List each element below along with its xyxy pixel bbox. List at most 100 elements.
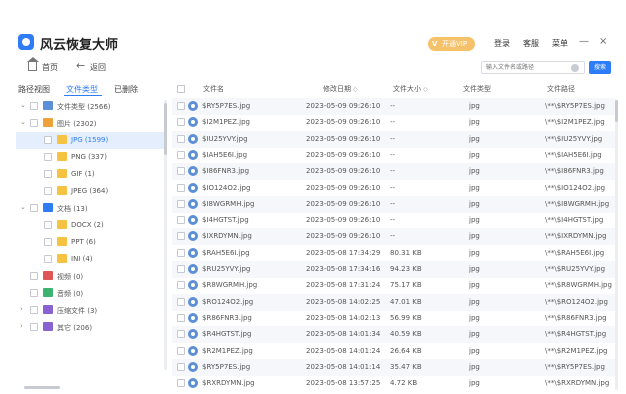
table-row[interactable]: $IU25YVY.jpg 2023-05-09 09:26:10 -- jpg \**\…	[172, 130, 616, 148]
table-row[interactable]: $R8WGRMH.jpg 2023-05-08 17:31:24 75.17 KB j…	[172, 277, 616, 294]
tree-item[interactable]: INI (4)	[16, 251, 166, 268]
tree-checkbox[interactable]	[44, 187, 52, 195]
menu-link[interactable]: 菜单	[552, 38, 568, 49]
tree-checkbox[interactable]	[30, 306, 38, 314]
search-input[interactable]	[481, 61, 585, 74]
header-modified-date[interactable]: 修改日期 ◇	[323, 84, 358, 94]
close-button[interactable]: ×	[599, 36, 607, 47]
chevron-right-icon[interactable]: ›	[20, 322, 23, 330]
tree-item[interactable]: 音频 (0)	[16, 285, 166, 302]
left-horizontal-scrollbar[interactable]	[24, 386, 60, 389]
table-row[interactable]: $RXRDYMN.jpg 2023-05-08 13:57:25 4.72 KB jp…	[172, 375, 616, 392]
table-row[interactable]: $IXRDYMN.jpg 2023-05-09 09:26:10 -- jpg \**\…	[172, 228, 616, 246]
tab-file-type[interactable]: 文件类型	[66, 84, 98, 95]
table-row[interactable]: $I4HGTST.jpg 2023-05-09 09:26:10 -- jpg \**\…	[172, 212, 616, 229]
tree-item[interactable]: 视频 (0)	[16, 268, 166, 285]
table-row[interactable]: $I8WGRMH.jpg 2023-05-09 09:26:10 -- jpg \**\…	[172, 195, 616, 213]
home-icon[interactable]	[27, 57, 39, 71]
tree-checkbox[interactable]	[44, 238, 52, 246]
tree-checkbox[interactable]	[30, 323, 38, 331]
row-checkbox[interactable]	[177, 183, 185, 192]
table-scrollbar-thumb[interactable]	[615, 100, 618, 122]
row-checkbox[interactable]	[177, 248, 185, 257]
minimize-button[interactable]: —	[579, 36, 589, 47]
vip-button[interactable]: 开通VIP	[428, 37, 476, 51]
back-button[interactable]: 返回	[90, 62, 106, 73]
table-row[interactable]: $R2M1PEZ.jpg 2023-05-08 14:01:24 26.64 KB j…	[172, 343, 616, 360]
cell-file-path: \**\$I4HGTST.jpg	[545, 216, 604, 225]
header-file-size[interactable]: 文件大小 ◇	[393, 84, 428, 94]
table-row[interactable]: $I2M1PEZ.jpg 2023-05-09 09:26:10 -- jpg \**\…	[172, 114, 616, 131]
row-checkbox[interactable]	[177, 265, 185, 273]
row-checkbox[interactable]	[177, 232, 185, 241]
row-checkbox[interactable]	[177, 330, 185, 339]
tree-checkbox[interactable]	[44, 153, 52, 161]
row-checkbox[interactable]	[177, 281, 185, 290]
tree-item[interactable]: ⌄ 文件类型 (2566)	[16, 98, 166, 115]
row-checkbox[interactable]	[177, 134, 185, 143]
header-file-path[interactable]: 文件路径	[547, 84, 575, 94]
tree-item[interactable]: ⌄ 图片 (2302)	[16, 115, 166, 132]
table-row[interactable]: $R4HGTST.jpg 2023-05-08 14:01:34 40.59 KB j…	[172, 326, 616, 344]
tree-checkbox[interactable]	[30, 102, 38, 110]
tree-item[interactable]: GIF (1)	[16, 166, 166, 183]
back-arrow-icon[interactable]: ←	[76, 59, 85, 72]
tab-deleted[interactable]: 已删除	[114, 84, 138, 95]
chevron-down-icon[interactable]: ⌄	[20, 118, 26, 126]
tree-item[interactable]: PNG (337)	[16, 149, 166, 166]
row-checkbox[interactable]	[177, 199, 185, 208]
select-all-checkbox[interactable]	[177, 85, 185, 93]
customer-service-link[interactable]: 客服	[523, 38, 539, 49]
cell-file-size: --	[390, 102, 396, 110]
tree-item[interactable]: ⌄ 文档 (13)	[16, 200, 166, 217]
tree-item[interactable]: › 压缩文件 (3)	[16, 302, 166, 319]
header-file-type[interactable]: 文件类型	[463, 84, 491, 94]
left-scrollbar-thumb[interactable]	[164, 103, 167, 155]
home-button[interactable]: 首页	[42, 62, 58, 73]
image-file-icon	[188, 133, 198, 144]
tab-path-view[interactable]: 路径视图	[18, 84, 50, 95]
search-button[interactable]: 搜索	[589, 61, 611, 74]
row-checkbox[interactable]	[177, 150, 185, 159]
tree-item[interactable]: JPEG (364)	[16, 183, 166, 200]
table-row[interactable]: $RAH5E6I.jpg 2023-05-08 17:34:29 80.31 KB j…	[172, 245, 616, 262]
table-row[interactable]: $RY5P7ES.jpg 2023-05-09 09:26:10 -- jpg \**\…	[172, 98, 616, 115]
row-checkbox[interactable]	[177, 362, 185, 371]
tree-checkbox[interactable]	[30, 204, 38, 212]
cell-filename: $IAH5E6I.jpg	[202, 150, 248, 159]
tree-checkbox[interactable]	[44, 255, 52, 263]
tree-checkbox[interactable]	[44, 221, 52, 229]
chevron-down-icon[interactable]: ⌄	[20, 101, 26, 109]
table-row[interactable]: $R86FNR3.jpg 2023-05-08 14:02:13 56.99 KB j…	[172, 310, 616, 327]
tree-item[interactable]: DOCX (2)	[16, 217, 166, 234]
tree-checkbox[interactable]	[30, 119, 38, 127]
image-file-icon	[188, 198, 198, 209]
tree-checkbox[interactable]	[30, 289, 38, 297]
row-checkbox[interactable]	[177, 216, 185, 225]
chevron-down-icon[interactable]: ⌄	[20, 203, 26, 211]
row-checkbox[interactable]	[177, 118, 185, 127]
table-row[interactable]: $IAH5E6I.jpg 2023-05-09 09:26:10 -- jpg \**\…	[172, 147, 616, 164]
table-row[interactable]: $RU25YVY.jpg 2023-05-08 17:34:16 94.23 KB j…	[172, 261, 616, 278]
chevron-right-icon[interactable]: ›	[20, 305, 23, 313]
row-checkbox[interactable]	[177, 102, 185, 110]
row-checkbox[interactable]	[177, 379, 185, 388]
tree-item[interactable]: › 其它 (206)	[16, 319, 166, 336]
tree-checkbox[interactable]	[44, 136, 52, 144]
row-checkbox[interactable]	[177, 167, 185, 176]
header-filename[interactable]: 文件名	[203, 84, 224, 94]
table-scrollbar[interactable]	[615, 100, 618, 390]
tree-item[interactable]: PPT (6)	[16, 234, 166, 251]
table-row[interactable]: $RY5P7ES.jpg 2023-05-08 14:01:14 35.47 KB j…	[172, 358, 616, 376]
tree-checkbox[interactable]	[44, 170, 52, 178]
row-checkbox[interactable]	[177, 346, 185, 355]
tree-item[interactable]: JPG (1599)	[16, 132, 166, 149]
row-checkbox[interactable]	[177, 313, 185, 322]
table-row[interactable]: $IO124O2.jpg 2023-05-09 09:26:10 -- jpg \**\…	[172, 180, 616, 197]
row-checkbox[interactable]	[177, 297, 185, 306]
table-row[interactable]: $RO124O2.jpg 2023-05-08 14:02:25 47.01 KB j…	[172, 293, 616, 311]
table-row[interactable]: $I86FNR3.jpg 2023-05-09 09:26:10 -- jpg \**\…	[172, 163, 616, 181]
clear-search-icon[interactable]	[571, 64, 579, 72]
login-link[interactable]: 登录	[494, 38, 510, 49]
tree-checkbox[interactable]	[30, 272, 38, 280]
